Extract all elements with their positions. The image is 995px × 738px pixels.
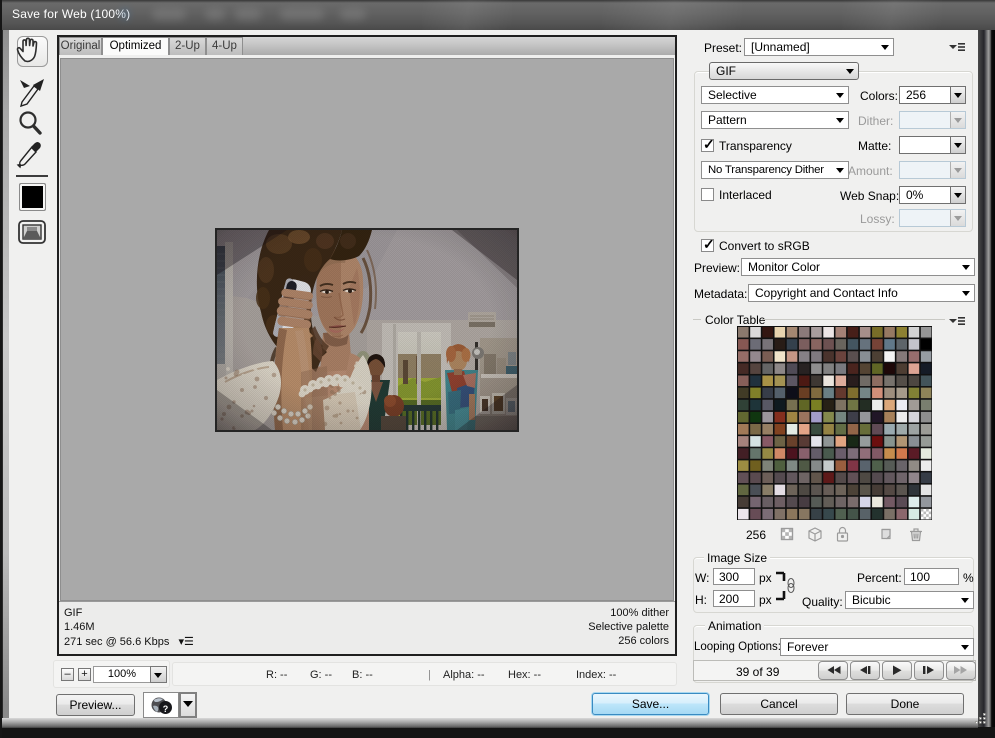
svg-text:?: ? [163,704,169,714]
